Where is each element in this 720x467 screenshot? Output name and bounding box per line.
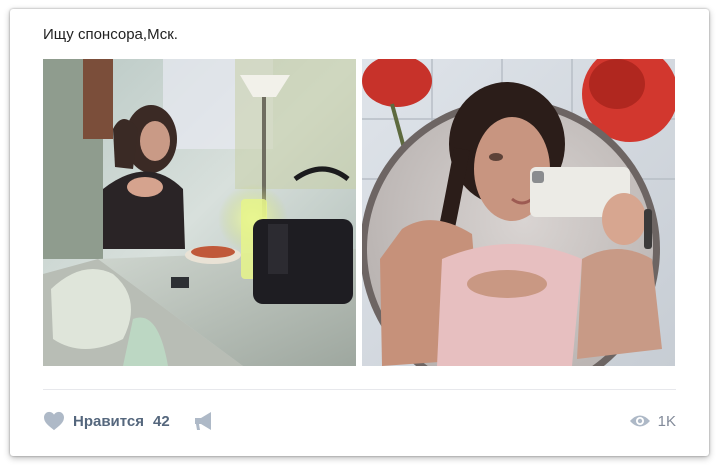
- photo-image: [362, 59, 675, 366]
- like-label: Нравится: [73, 412, 145, 430]
- heart-icon: [44, 411, 64, 431]
- megaphone-icon: [195, 412, 211, 430]
- post-photo-2[interactable]: [362, 59, 675, 366]
- post-text: Ищу спонсора,Мск.: [43, 26, 178, 43]
- like-button[interactable]: Нравится 42: [43, 409, 170, 433]
- post-photo-1[interactable]: [43, 59, 356, 366]
- post-footer: Нравится 42 1K: [43, 407, 676, 437]
- views-counter: 1K: [629, 409, 676, 433]
- post-card: Ищу спонсора,Мск. Нравится 42 1K: [10, 9, 709, 456]
- photo-image: [43, 59, 356, 366]
- eye-icon: [629, 415, 650, 427]
- like-count: 42: [153, 412, 170, 430]
- footer-divider: [43, 389, 676, 390]
- views-count: 1K: [657, 412, 676, 430]
- share-button[interactable]: [193, 410, 217, 432]
